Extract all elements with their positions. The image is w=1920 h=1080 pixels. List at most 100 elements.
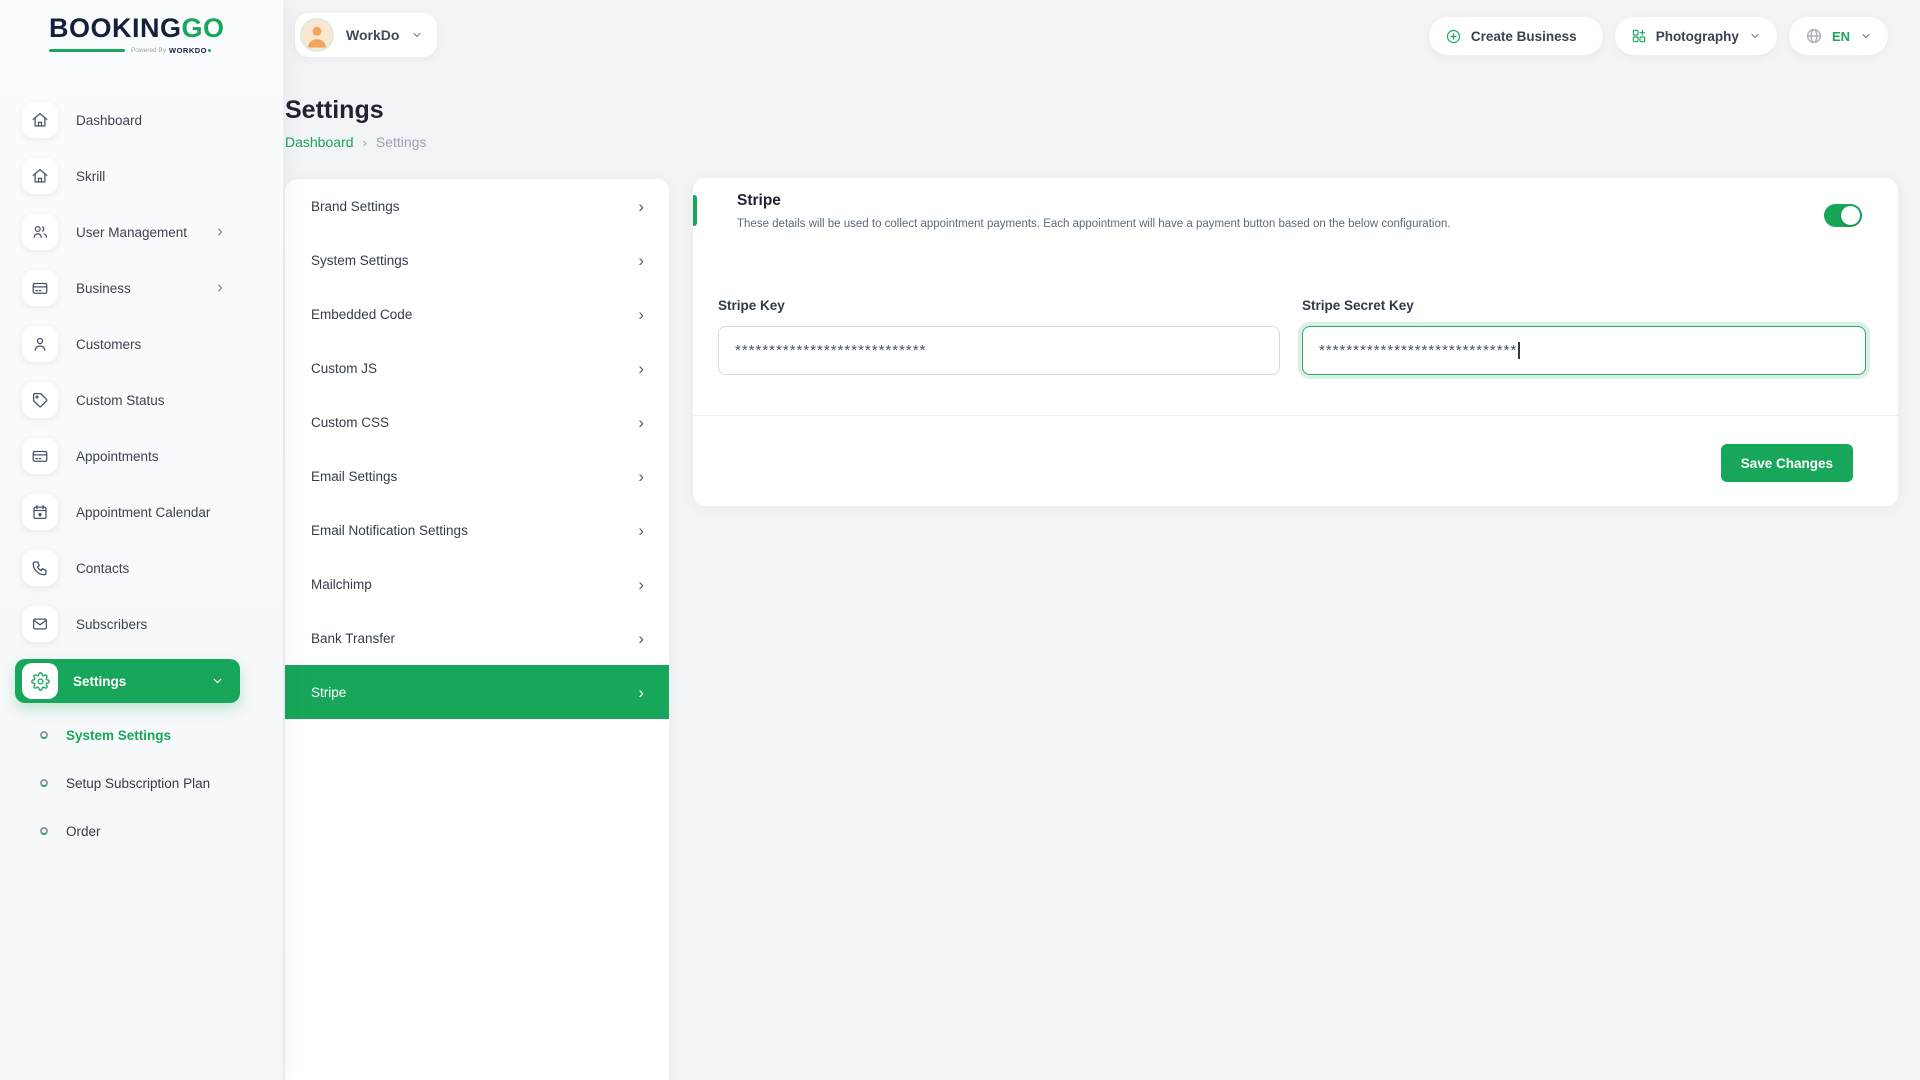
bullet-circle-icon (40, 827, 48, 835)
chevron-right-icon: › (638, 252, 644, 269)
top-header: BOOKINGGO Powered By WORKDO WorkDo Creat… (0, 0, 1920, 72)
card-accent-bar (693, 195, 697, 226)
sidebar-item-label: User Management (76, 225, 187, 240)
sidebar-item-label: Dashboard (76, 113, 142, 128)
sidebar-item-customers[interactable]: Customers (0, 316, 283, 372)
sidebar-item-settings[interactable]: Settings (15, 659, 240, 703)
plus-circle-icon (1445, 28, 1462, 45)
credit-card-icon (22, 270, 58, 306)
chevron-right-icon: › (638, 630, 644, 647)
sidebar-item-user-management[interactable]: User Management (0, 204, 283, 260)
text-cursor (1518, 342, 1520, 359)
settings-menu-item-custom-js[interactable]: Custom JS › (285, 341, 669, 395)
breadcrumb-dashboard-link[interactable]: Dashboard (285, 134, 354, 150)
settings-menu-item-email-settings[interactable]: Email Settings › (285, 449, 669, 503)
phone-icon (22, 550, 58, 586)
logo-underline (49, 49, 125, 52)
menu-item-label: Stripe (311, 685, 346, 700)
chevron-down-icon (411, 29, 423, 41)
chevron-down-icon (211, 675, 224, 688)
sidebar: Dashboard Skrill User Management Busines… (0, 0, 283, 1080)
menu-item-label: System Settings (311, 253, 409, 268)
stripe-secret-key-label: Stripe Secret Key (1302, 298, 1866, 313)
workspace-selector[interactable]: WorkDo (295, 13, 437, 57)
stripe-secret-key-field-group: Stripe Secret Key **********************… (1302, 298, 1866, 375)
card-footer-divider (693, 415, 1898, 416)
chevron-right-icon: › (638, 684, 644, 701)
bullet-circle-icon (40, 731, 48, 739)
settings-menu-item-stripe[interactable]: Stripe › (285, 665, 669, 719)
breadcrumb-separator-icon: › (363, 135, 367, 150)
calendar-icon (22, 494, 58, 530)
home-icon (22, 102, 58, 138)
stripe-key-label: Stripe Key (718, 298, 1280, 313)
menu-item-label: Mailchimp (311, 577, 372, 592)
sidebar-item-label: Customers (76, 337, 141, 352)
chevron-right-icon (214, 282, 226, 294)
business-selector[interactable]: Photography (1615, 17, 1777, 55)
stripe-enabled-toggle[interactable] (1824, 204, 1862, 227)
sidebar-subitem-label: Order (66, 824, 101, 839)
stripe-card-description: These details will be used to collect ap… (737, 218, 1450, 230)
menu-item-label: Bank Transfer (311, 631, 395, 646)
sidebar-item-appointment-calendar[interactable]: Appointment Calendar (0, 484, 283, 540)
tag-icon (22, 382, 58, 418)
page-title: Settings (285, 96, 384, 125)
user-icon (22, 326, 58, 362)
settings-menu-item-email-notification-settings[interactable]: Email Notification Settings › (285, 503, 669, 557)
menu-item-label: Embedded Code (311, 307, 412, 322)
sidebar-subitem-order[interactable]: Order (0, 807, 283, 855)
sidebar-item-skrill[interactable]: Skrill (0, 148, 283, 204)
sidebar-item-subscribers[interactable]: Subscribers (0, 596, 283, 652)
mail-icon (22, 606, 58, 642)
toggle-knob (1841, 206, 1860, 225)
sidebar-item-contacts[interactable]: Contacts (0, 540, 283, 596)
language-selector[interactable]: EN (1789, 17, 1888, 55)
chevron-down-icon (1749, 30, 1761, 42)
powered-by-label: Powered By (131, 47, 166, 54)
settings-menu-item-mailchimp[interactable]: Mailchimp › (285, 557, 669, 611)
workspace-name: WorkDo (346, 27, 399, 43)
sidebar-subitem-label: System Settings (66, 728, 171, 743)
stripe-secret-key-input[interactable]: ***************************** (1302, 326, 1866, 375)
sidebar-subitem-system-settings[interactable]: System Settings (0, 711, 283, 759)
app-logo[interactable]: BOOKINGGO Powered By WORKDO (49, 13, 211, 55)
menu-item-label: Custom JS (311, 361, 377, 376)
sidebar-item-label: Custom Status (76, 393, 165, 408)
logo-tagline: Powered By WORKDO (49, 46, 211, 55)
create-business-button[interactable]: Create Business (1429, 17, 1603, 55)
settings-menu-item-bank-transfer[interactable]: Bank Transfer › (285, 611, 669, 665)
globe-icon (1805, 27, 1823, 45)
chevron-right-icon: › (638, 576, 644, 593)
sidebar-item-label: Settings (73, 674, 126, 689)
menu-item-label: Email Notification Settings (311, 523, 468, 538)
settings-menu-item-custom-css[interactable]: Custom CSS › (285, 395, 669, 449)
avatar (300, 18, 334, 52)
settings-menu-item-embedded-code[interactable]: Embedded Code › (285, 287, 669, 341)
sidebar-item-dashboard[interactable]: Dashboard (0, 92, 283, 148)
chevron-right-icon: › (638, 306, 644, 323)
stripe-key-input[interactable]: **************************** (718, 326, 1280, 375)
sidebar-item-custom-status[interactable]: Custom Status (0, 372, 283, 428)
bullet-circle-icon (40, 779, 48, 787)
sidebar-subitem-label: Setup Subscription Plan (66, 776, 210, 791)
sidebar-item-label: Business (76, 281, 131, 296)
save-changes-button[interactable]: Save Changes (1721, 444, 1853, 482)
credit-card-icon (22, 438, 58, 474)
chevron-right-icon: › (638, 360, 644, 377)
brand-dot (208, 49, 211, 52)
breadcrumb: Dashboard › Settings (285, 134, 426, 150)
sidebar-subitem-setup-subscription-plan[interactable]: Setup Subscription Plan (0, 759, 283, 807)
settings-menu-item-brand-settings[interactable]: Brand Settings › (285, 179, 669, 233)
settings-menu-item-system-settings[interactable]: System Settings › (285, 233, 669, 287)
sidebar-item-label: Appointments (76, 449, 159, 464)
menu-item-label: Email Settings (311, 469, 397, 484)
users-icon (22, 214, 58, 250)
stripe-secret-key-value: ***************************** (1319, 342, 1517, 359)
sidebar-item-business[interactable]: Business (0, 260, 283, 316)
business-selector-label: Photography (1656, 29, 1739, 44)
powered-by-brand: WORKDO (169, 46, 207, 55)
sidebar-item-label: Contacts (76, 561, 129, 576)
category-plus-icon (1631, 28, 1647, 44)
sidebar-item-appointments[interactable]: Appointments (0, 428, 283, 484)
